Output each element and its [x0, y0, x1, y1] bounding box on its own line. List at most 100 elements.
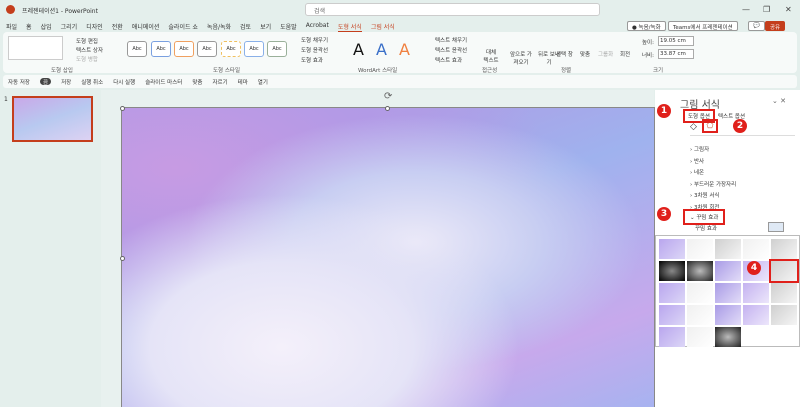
- fill-line-icon[interactable]: ◇: [690, 122, 697, 132]
- artistic-effect-option[interactable]: [687, 261, 713, 281]
- tab-help[interactable]: 도움말: [280, 22, 297, 32]
- artistic-effect-option[interactable]: [715, 327, 741, 347]
- restore-button[interactable]: ❐: [763, 5, 770, 14]
- resize-handle[interactable]: [385, 106, 390, 111]
- tab-review[interactable]: 검토: [240, 22, 251, 32]
- record-button[interactable]: ● 녹음/녹화: [627, 21, 666, 31]
- artistic-effect-option[interactable]: [769, 259, 799, 283]
- bring-forward-button[interactable]: 앞으로 가져오기: [508, 50, 534, 66]
- tab-animations[interactable]: 애니메이션: [132, 22, 160, 32]
- tab-shape-format[interactable]: 도형 서식: [337, 22, 362, 32]
- artistic-effect-option[interactable]: [715, 261, 741, 281]
- artistic-effect-option[interactable]: [743, 239, 769, 259]
- artistic-effect-option[interactable]: [687, 283, 713, 303]
- shape-gallery[interactable]: [8, 36, 63, 60]
- tab-transitions[interactable]: 전환: [112, 22, 123, 32]
- effects-icon[interactable]: ⬠: [702, 119, 718, 133]
- selected-picture[interactable]: [121, 107, 655, 407]
- style-preset[interactable]: Abc: [151, 41, 171, 57]
- selection-pane-button[interactable]: 선택 창: [556, 50, 573, 58]
- artistic-effect-option[interactable]: [659, 327, 685, 347]
- artistic-effect-option[interactable]: [771, 305, 797, 325]
- panel-close-icon[interactable]: ⌄ ✕: [772, 97, 786, 105]
- section-glow[interactable]: › 네온: [690, 168, 704, 176]
- slide-thumbnail[interactable]: [12, 96, 93, 142]
- rotate-button[interactable]: 회전: [620, 50, 630, 58]
- section-soft-edges[interactable]: › 부드러운 가장자리: [690, 180, 736, 188]
- align-button[interactable]: 맞춤: [192, 78, 202, 86]
- slide-number: 1: [4, 96, 8, 103]
- style-preset[interactable]: Abc: [127, 41, 147, 57]
- crop-button[interactable]: 자르기: [212, 78, 227, 86]
- redo-button[interactable]: 다시 실행: [113, 78, 135, 86]
- artistic-effect-option[interactable]: [743, 283, 769, 303]
- artistic-effect-option[interactable]: [687, 239, 713, 259]
- artistic-effect-option[interactable]: [715, 305, 741, 325]
- artistic-effects-dropdown[interactable]: [768, 222, 784, 232]
- text-fill-button[interactable]: 텍스트 채우기: [435, 36, 467, 44]
- save-button[interactable]: 저장: [61, 78, 71, 86]
- style-preset[interactable]: Abc: [221, 41, 241, 57]
- alt-text-button[interactable]: 대체 텍스트: [483, 48, 499, 64]
- group-button[interactable]: 그룹화: [598, 50, 613, 58]
- wordart-preset[interactable]: A: [399, 40, 410, 59]
- text-effects-button[interactable]: 텍스트 효과: [435, 56, 462, 64]
- shape-fill-button[interactable]: 도형 채우기: [301, 36, 328, 44]
- search-input[interactable]: 검색: [305, 3, 600, 16]
- wordart-preset[interactable]: A: [353, 40, 364, 59]
- resize-handle[interactable]: [120, 106, 125, 111]
- section-reflection[interactable]: › 반사: [690, 157, 704, 165]
- tab-slideshow[interactable]: 슬라이드 쇼: [168, 22, 198, 32]
- comment-button[interactable]: 💬: [748, 21, 765, 31]
- autosave-toggle[interactable]: 끔: [40, 78, 52, 86]
- tab-file[interactable]: 파일: [6, 22, 17, 32]
- text-box-button[interactable]: 텍스트 상자: [76, 46, 103, 54]
- artistic-effect-option[interactable]: [715, 283, 741, 303]
- style-preset[interactable]: Abc: [197, 41, 217, 57]
- rotate-handle-icon[interactable]: ⟳: [384, 91, 392, 102]
- artistic-effect-option[interactable]: [659, 261, 685, 281]
- artistic-effect-option[interactable]: [771, 283, 797, 303]
- section-artistic-effects[interactable]: ⌄ 꾸밈 효과: [683, 209, 726, 225]
- tab-home[interactable]: 홈: [26, 22, 32, 32]
- artistic-effect-option[interactable]: [659, 239, 685, 259]
- artistic-effect-option[interactable]: [715, 239, 741, 259]
- tab-record[interactable]: 녹음/녹화: [207, 22, 231, 32]
- style-preset[interactable]: Abc: [174, 41, 194, 57]
- artistic-effect-option[interactable]: [771, 239, 797, 259]
- resize-handle[interactable]: [120, 256, 125, 261]
- artistic-effect-option[interactable]: [659, 305, 685, 325]
- artistic-effect-option[interactable]: [687, 327, 713, 347]
- undo-button[interactable]: 실행 취소: [81, 78, 103, 86]
- artistic-effect-option[interactable]: [659, 283, 685, 303]
- tab-view[interactable]: 보기: [260, 22, 271, 32]
- merge-shapes-button[interactable]: 도형 병합: [76, 55, 98, 63]
- width-input[interactable]: 33.87 cm: [658, 49, 694, 59]
- minimize-button[interactable]: —: [742, 5, 750, 14]
- style-preset[interactable]: Abc: [244, 41, 264, 57]
- align-button[interactable]: 맞춤: [580, 50, 590, 58]
- text-outline-button[interactable]: 텍스트 윤곽선: [435, 46, 467, 54]
- artistic-effect-option[interactable]: [743, 305, 769, 325]
- shape-outline-button[interactable]: 도형 윤곽선: [301, 46, 328, 54]
- tab-acrobat[interactable]: Acrobat: [306, 22, 329, 32]
- height-input[interactable]: 19.05 cm: [658, 36, 694, 46]
- section-3d-format[interactable]: › 3차원 서식: [690, 191, 719, 199]
- shape-effects-button[interactable]: 도형 효과: [301, 56, 323, 64]
- tab-picture-format[interactable]: 그림 서식: [371, 22, 395, 32]
- open-button[interactable]: 열기: [258, 78, 268, 86]
- tab-design[interactable]: 디자인: [86, 22, 103, 32]
- teams-present-button[interactable]: Teams에서 프레젠테이션: [668, 21, 738, 31]
- artistic-effect-option[interactable]: [687, 305, 713, 325]
- share-button[interactable]: 공유: [765, 21, 786, 31]
- tab-draw[interactable]: 그리기: [61, 22, 78, 32]
- section-shadow[interactable]: › 그림자: [690, 145, 709, 153]
- style-preset[interactable]: Abc: [267, 41, 287, 57]
- ribbon-tabs: 파일 홈 삽입 그리기 디자인 전환 애니메이션 슬라이드 쇼 녹음/녹화 검토…: [6, 22, 395, 32]
- tab-insert[interactable]: 삽입: [41, 22, 52, 32]
- edit-shape-button[interactable]: 도형 편집: [76, 37, 98, 45]
- close-button[interactable]: ✕: [785, 5, 792, 14]
- theme-button[interactable]: 테마: [238, 78, 248, 86]
- slide-master-button[interactable]: 슬라이드 마스터: [145, 78, 182, 86]
- wordart-preset[interactable]: A: [376, 40, 387, 59]
